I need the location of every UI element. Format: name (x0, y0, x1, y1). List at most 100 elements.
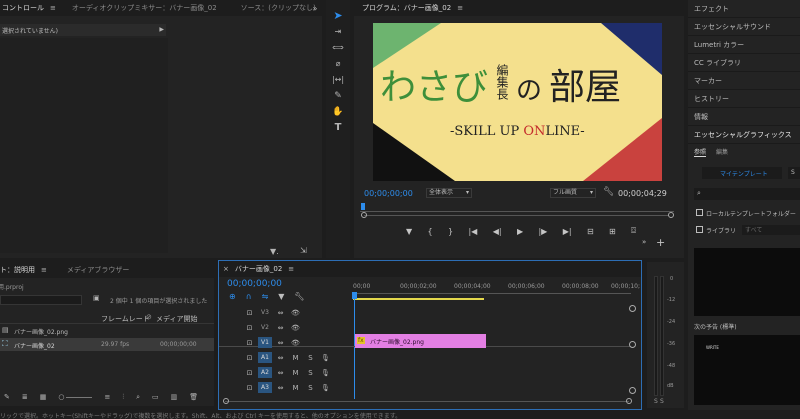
lock-icon[interactable]: ⊡ (243, 367, 256, 378)
sync-lock-icon[interactable]: ⇔ (274, 337, 287, 348)
track-name[interactable]: A1 (258, 352, 272, 363)
new-bin-icon[interactable]: ▣ (93, 294, 100, 302)
snap-icon[interactable]: ∩ (246, 292, 252, 301)
lock-icon[interactable]: ⊡ (243, 337, 256, 348)
time-ruler[interactable]: 00;00 00;00;02;00 00;00;04;00 00;00;06;0… (353, 279, 640, 301)
mic-icon[interactable]: 🎙︎ (319, 367, 332, 378)
panel-tab-item[interactable]: エフェクト (688, 0, 800, 18)
wrench-icon[interactable]: 🔧︎ (603, 187, 614, 197)
track-select-tool-icon[interactable]: ⇥ (335, 25, 342, 38)
pen-tool-icon[interactable]: ✎ (334, 89, 342, 102)
lock-icon[interactable]: ⊡ (243, 322, 256, 333)
timeline-timecode[interactable]: 00;00;00;00 (227, 279, 282, 289)
checkbox[interactable] (696, 226, 703, 233)
play-triangle-icon[interactable]: ▶ (159, 26, 164, 33)
automate-icon[interactable]: ⫶ (122, 393, 124, 402)
find-icon[interactable]: ⌕ (136, 393, 140, 402)
double-chevron-right-icon[interactable]: » (310, 3, 320, 13)
solo-button-icon[interactable]: S (660, 398, 664, 405)
new-bin-icon[interactable]: ▭ (152, 393, 159, 401)
zoom-select[interactable]: 全体表示 ▾ (426, 188, 472, 198)
column-frame-rate[interactable]: フレームレート (101, 314, 150, 324)
new-item-icon[interactable]: ▥ (171, 393, 178, 401)
sync-lock-icon[interactable]: ⇔ (274, 307, 287, 318)
lock-icon[interactable]: ✎ (4, 393, 10, 401)
template-thumbnail[interactable] (694, 248, 800, 316)
double-chevron-icon[interactable]: » (642, 238, 646, 246)
mute-icon[interactable]: M (289, 367, 302, 378)
go-to-in-icon[interactable]: |◀ (468, 227, 477, 236)
lock-icon[interactable]: ⊡ (243, 382, 256, 393)
razor-tool-icon[interactable]: ⌀ (336, 57, 341, 70)
selection-tool-icon[interactable]: ➤ (333, 9, 342, 22)
library-checkbox-row[interactable]: ライブラリ すべて (696, 225, 800, 235)
mic-icon[interactable]: 🎙︎ (319, 382, 332, 393)
list-item[interactable]: ⛶ バナー画像_02 29.97 fps 00;00;00;00 (0, 338, 214, 351)
lift-icon[interactable]: ⊟ (587, 227, 594, 236)
zoom-slider[interactable]: ○ (58, 393, 93, 401)
tab-sequence[interactable]: バナー画像_02 (229, 264, 288, 274)
sync-lock-icon[interactable]: ⇔ (274, 322, 287, 333)
tab-audio-mixer[interactable]: オーディオクリップミキサー：バナー画像_02 (66, 3, 223, 13)
panel-tab-item[interactable]: ヒストリー (688, 90, 800, 108)
program-scrub-bar[interactable] (360, 204, 674, 212)
scroll-handle-right[interactable] (626, 398, 632, 404)
vertical-scroll-mid[interactable] (629, 341, 636, 348)
vertical-scroll-bottom[interactable] (629, 387, 636, 394)
tab-media-browser[interactable]: メディアブラウザー (61, 265, 136, 275)
sync-lock-icon[interactable]: ⇔ (274, 382, 287, 393)
lock-icon[interactable]: ⊡ (243, 307, 256, 318)
library-dropdown[interactable]: すべて (742, 225, 800, 235)
step-back-icon[interactable]: ◀| (493, 227, 502, 236)
panel-tab-item[interactable]: エッセンシャルグラフィックス (688, 126, 800, 144)
sync-lock-icon[interactable]: ⇔ (274, 352, 287, 363)
hand-tool-icon[interactable]: ✋ (332, 105, 343, 118)
timeline-playhead-handle[interactable] (352, 292, 357, 299)
track-name[interactable]: V3 (258, 307, 272, 318)
timeline-clip[interactable]: fx バナー画像_02.png (355, 334, 486, 348)
local-folder-checkbox-row[interactable]: ローカルテンプレートフォルダー (696, 208, 800, 218)
checkbox[interactable] (696, 209, 703, 216)
ripple-edit-tool-icon[interactable]: ⟺ (332, 41, 343, 54)
mute-icon[interactable]: M (289, 352, 302, 363)
project-menu-icon[interactable]: ≡ (41, 266, 47, 274)
program-playhead[interactable] (361, 203, 365, 210)
column-divider[interactable]: ⊘ (146, 313, 152, 321)
subtab-browse[interactable]: 参照 (694, 147, 707, 157)
go-to-out-icon[interactable]: ▶| (563, 227, 572, 236)
filter-icon[interactable]: ▼. (270, 247, 279, 256)
sort-icon[interactable]: ≡ (104, 393, 110, 401)
step-forward-icon[interactable]: |▶ (538, 227, 547, 236)
panel-tab-item[interactable]: Lumetri カラー (688, 36, 800, 54)
icon-view-icon[interactable]: ▦ (40, 393, 47, 401)
add-marker-icon[interactable]: ▼ (406, 227, 412, 236)
project-search-input[interactable] (0, 295, 82, 305)
program-zoom-bar[interactable] (364, 215, 669, 216)
linked-selection-icon[interactable]: ⇋ (262, 292, 269, 301)
solo-button-icon[interactable]: S (654, 398, 658, 405)
zoom-handle-left[interactable] (361, 212, 367, 218)
eye-icon[interactable]: 👁︎ (289, 337, 302, 348)
track-name[interactable]: V1 (258, 337, 272, 348)
template-search-input[interactable]: ⌕ (694, 188, 800, 200)
panel-tab-item[interactable]: エッセンシャルサウンド (688, 18, 800, 36)
tab-program[interactable]: プログラム：バナー画像_02 (354, 3, 457, 13)
trash-icon[interactable]: 🗑︎ (189, 393, 198, 401)
quality-select[interactable]: フル画質 ▾ (550, 188, 596, 198)
sync-lock-icon[interactable]: ⇔ (274, 367, 287, 378)
tab-menu-icon[interactable]: ≡ (50, 4, 56, 12)
timeline-menu-icon[interactable]: ≡ (288, 265, 294, 273)
mute-icon[interactable]: M (289, 382, 302, 393)
camera-icon[interactable]: ⌼ (631, 226, 636, 236)
nest-icon[interactable]: ⊕ (229, 292, 236, 301)
work-area-bar[interactable] (353, 298, 484, 300)
tab-controls[interactable]: コントロール (0, 3, 50, 13)
column-media-start[interactable]: メディア開始 (156, 314, 198, 324)
add-button-icon[interactable]: + (656, 236, 665, 249)
mark-in-icon[interactable]: { (428, 227, 433, 236)
track-name[interactable]: A3 (258, 382, 272, 393)
eye-icon[interactable]: 👁︎ (289, 307, 302, 318)
panel-tab-item[interactable]: マーカー (688, 72, 800, 90)
my-templates-button[interactable]: マイテンプレート (702, 167, 782, 179)
horizontal-scrollbar[interactable] (225, 401, 629, 402)
